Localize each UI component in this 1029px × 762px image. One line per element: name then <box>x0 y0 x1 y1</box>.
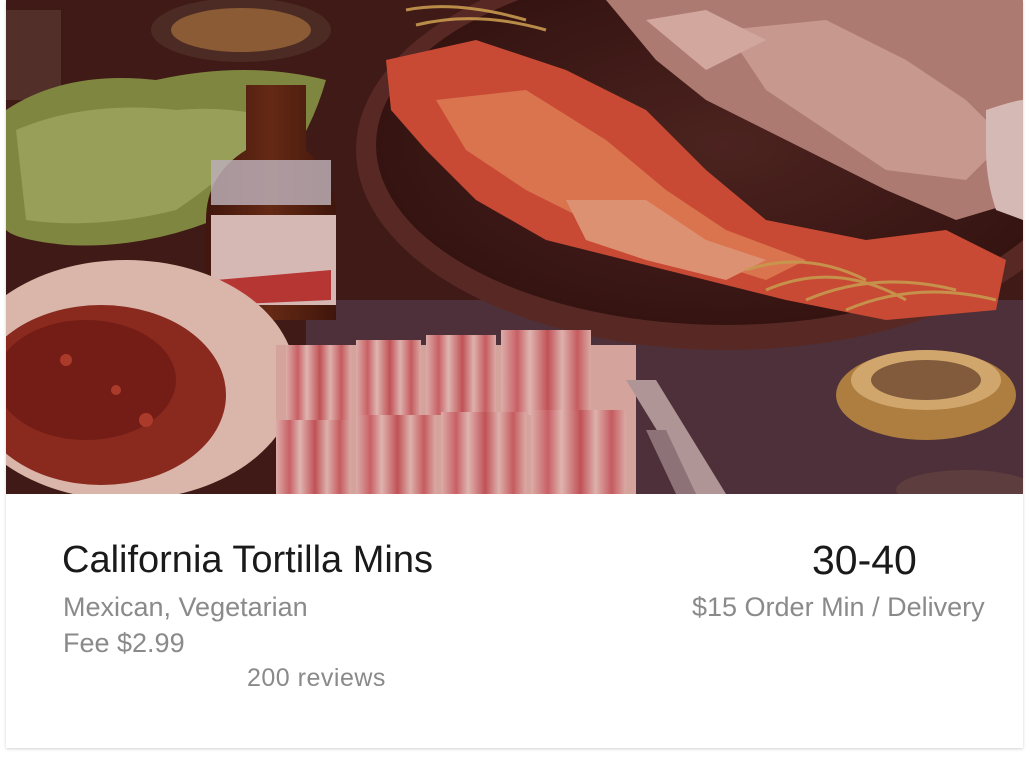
restaurant-name[interactable]: California Tortilla Mins <box>62 534 462 586</box>
delivery-fee: Fee $2.99 <box>63 628 185 658</box>
restaurant-info: California Tortilla Mins Mexican, Vegeta… <box>6 494 1023 748</box>
restaurant-photo[interactable] <box>6 0 1023 494</box>
review-count[interactable]: 200 reviews <box>247 664 386 693</box>
order-minimum: $15 Order Min / Delivery <box>692 592 985 622</box>
cuisine-tags: Mexican, Vegetarian <box>63 592 308 622</box>
restaurant-card[interactable]: California Tortilla Mins Mexican, Vegeta… <box>6 0 1023 748</box>
delivery-time: 30-40 <box>812 537 917 583</box>
food-photo-illustration <box>6 0 1023 494</box>
